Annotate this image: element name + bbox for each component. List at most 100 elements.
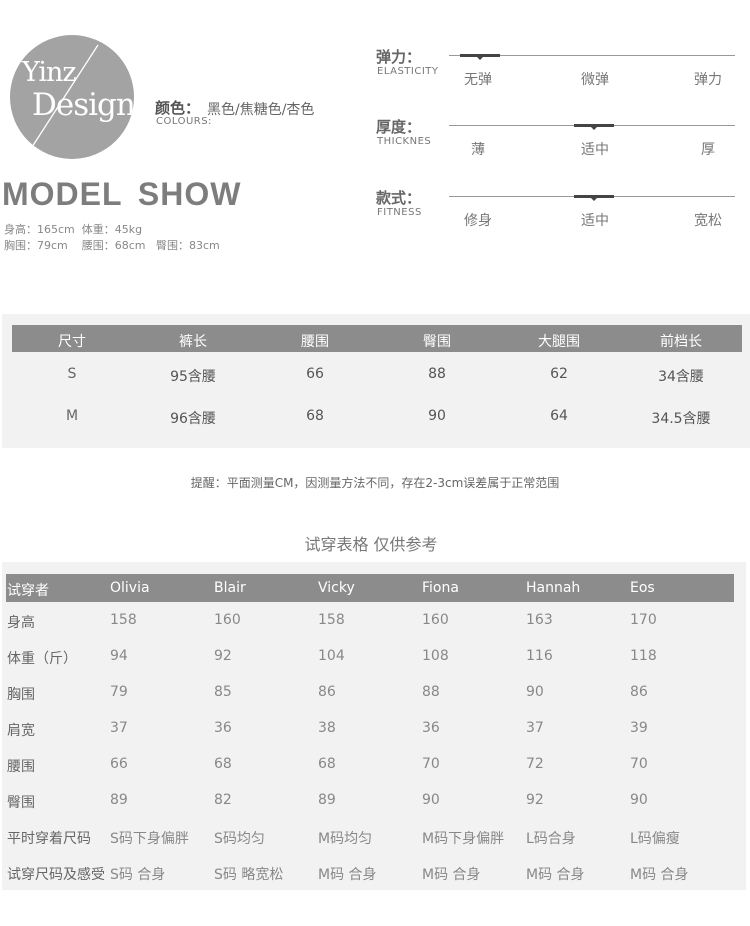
try-cell-5-6: 90 bbox=[630, 792, 648, 808]
size-cell-1-1: 96含腰 bbox=[170, 411, 216, 427]
size-cell-0-4: 62 bbox=[550, 366, 568, 382]
try-cell-7-5: M码 合身 bbox=[526, 867, 585, 883]
try-cell-4-3: 68 bbox=[318, 756, 336, 772]
try-cell-5-2: 82 bbox=[214, 792, 232, 808]
try-cell-5-4: 90 bbox=[422, 792, 440, 808]
try-header-0: 试穿者 bbox=[7, 583, 49, 599]
scale-option-1-0: 薄 bbox=[471, 142, 485, 158]
size-header-0: 尺寸 bbox=[58, 334, 86, 350]
try-cell-2-1: 79 bbox=[110, 684, 128, 700]
try-cell-6-5: L码合身 bbox=[526, 831, 576, 847]
try-cell-0-5: 163 bbox=[526, 612, 553, 628]
try-cell-3-4: 36 bbox=[422, 720, 440, 736]
try-cell-1-0: 体重（斤） bbox=[7, 651, 77, 667]
try-cell-2-6: 86 bbox=[630, 684, 648, 700]
scale-option-0-2: 弹力 bbox=[694, 72, 722, 88]
try-cell-2-0: 胸围 bbox=[7, 687, 35, 703]
scale-marker-tip bbox=[590, 197, 598, 201]
scale-option-2-0: 修身 bbox=[464, 213, 492, 229]
try-cell-0-0: 身高 bbox=[7, 615, 35, 631]
try-header-5: Hannah bbox=[526, 580, 581, 596]
try-cell-0-2: 160 bbox=[214, 612, 241, 628]
try-cell-2-3: 86 bbox=[318, 684, 336, 700]
try-cell-7-2: S码 略宽松 bbox=[214, 867, 284, 883]
size-cell-0-5: 34含腰 bbox=[658, 369, 704, 385]
try-header-3: Vicky bbox=[318, 580, 355, 596]
size-header-4: 大腿围 bbox=[538, 334, 580, 350]
scale-marker-tip bbox=[590, 126, 598, 130]
try-cell-6-0: 平时穿着尺码 bbox=[7, 831, 91, 847]
size-cell-1-5: 34.5含腰 bbox=[651, 411, 711, 427]
try-cell-2-4: 88 bbox=[422, 684, 440, 700]
size-header-2: 腰围 bbox=[301, 334, 329, 350]
try-cell-1-5: 116 bbox=[526, 648, 553, 664]
try-cell-7-3: M码 合身 bbox=[318, 867, 377, 883]
try-cell-5-3: 89 bbox=[318, 792, 336, 808]
try-cell-0-6: 170 bbox=[630, 612, 657, 628]
try-cell-4-1: 66 bbox=[110, 756, 128, 772]
try-cell-6-3: M码均匀 bbox=[318, 831, 373, 847]
try-cell-4-2: 68 bbox=[214, 756, 232, 772]
size-cell-0-0: S bbox=[67, 366, 77, 382]
try-header-1: Olivia bbox=[110, 580, 150, 596]
try-cell-0-4: 160 bbox=[422, 612, 449, 628]
colours-label: 颜色： bbox=[155, 99, 201, 117]
size-cell-0-3: 88 bbox=[428, 366, 446, 382]
try-cell-6-2: S码均匀 bbox=[214, 831, 265, 847]
scale-label-2: 款式： bbox=[376, 189, 422, 207]
scale-label-en-1: THICKNES bbox=[377, 136, 432, 147]
try-cell-3-3: 38 bbox=[318, 720, 336, 736]
try-header-4: Fiona bbox=[422, 580, 459, 596]
scale-label-0: 弹力： bbox=[376, 48, 422, 66]
try-cell-0-3: 158 bbox=[318, 612, 345, 628]
colours-label-en: COLOURS: bbox=[156, 116, 212, 127]
size-cell-0-2: 66 bbox=[306, 366, 324, 382]
try-cell-5-0: 臀围 bbox=[7, 795, 35, 811]
try-cell-0-1: 158 bbox=[110, 612, 137, 628]
try-cell-3-0: 肩宽 bbox=[7, 723, 35, 739]
try-cell-4-4: 70 bbox=[422, 756, 440, 772]
try-cell-7-6: M码 合身 bbox=[630, 867, 689, 883]
logo-text-line2: Design bbox=[32, 87, 134, 123]
scale-marker-tip bbox=[476, 56, 484, 60]
scale-option-0-0: 无弹 bbox=[464, 72, 492, 88]
try-cell-5-5: 92 bbox=[526, 792, 544, 808]
scale-marker-0 bbox=[460, 54, 500, 60]
try-cell-7-4: M码 合身 bbox=[422, 867, 481, 883]
size-cell-0-1: 95含腰 bbox=[170, 369, 216, 385]
measurement-note: 提醒：平面测量CM，因测量方法不同，存在2-3cm误差属于正常范围 bbox=[190, 476, 560, 490]
try-cell-6-6: L码偏瘦 bbox=[630, 831, 680, 847]
try-on-title: 试穿表格 仅供参考 bbox=[304, 535, 438, 554]
size-cell-1-4: 64 bbox=[550, 408, 568, 424]
size-cell-1-0: M bbox=[65, 408, 79, 424]
try-cell-1-4: 108 bbox=[422, 648, 449, 664]
brand-logo: Yinz Design bbox=[10, 35, 134, 159]
try-header-2: Blair bbox=[214, 580, 246, 596]
size-header-1: 裤长 bbox=[179, 334, 207, 350]
scale-label-1: 厚度： bbox=[376, 118, 422, 136]
try-cell-3-2: 36 bbox=[214, 720, 232, 736]
try-cell-4-6: 70 bbox=[630, 756, 648, 772]
try-cell-1-3: 104 bbox=[318, 648, 345, 664]
try-cell-1-1: 94 bbox=[110, 648, 128, 664]
try-cell-7-0: 试穿尺码及感受 bbox=[7, 867, 105, 883]
try-header-6: Eos bbox=[630, 580, 655, 596]
try-cell-3-1: 37 bbox=[110, 720, 128, 736]
model-show-title: MODEL SHOW bbox=[2, 176, 242, 212]
model-measurements-line2: 胸围：79cm 腰围：68cm 臀围：83cm bbox=[4, 239, 220, 252]
try-cell-5-1: 89 bbox=[110, 792, 128, 808]
try-cell-4-5: 72 bbox=[526, 756, 544, 772]
model-measurements-line1: 身高：165cm 体重：45kg bbox=[4, 223, 143, 236]
scale-marker-1 bbox=[574, 124, 614, 130]
try-cell-6-4: M码下身偏胖 bbox=[422, 831, 505, 847]
colours-value: 黑色/焦糖色/杏色 bbox=[207, 102, 315, 118]
scale-option-1-1: 适中 bbox=[581, 142, 609, 158]
try-cell-7-1: S码 合身 bbox=[110, 867, 166, 883]
try-cell-2-5: 90 bbox=[526, 684, 544, 700]
scale-option-1-2: 厚 bbox=[701, 142, 715, 158]
logo-text-line1: Yinz bbox=[22, 57, 77, 88]
try-cell-2-2: 85 bbox=[214, 684, 232, 700]
size-cell-1-3: 90 bbox=[428, 408, 446, 424]
scale-option-0-1: 微弹 bbox=[581, 72, 609, 88]
try-cell-6-1: S码下身偏胖 bbox=[110, 831, 189, 847]
